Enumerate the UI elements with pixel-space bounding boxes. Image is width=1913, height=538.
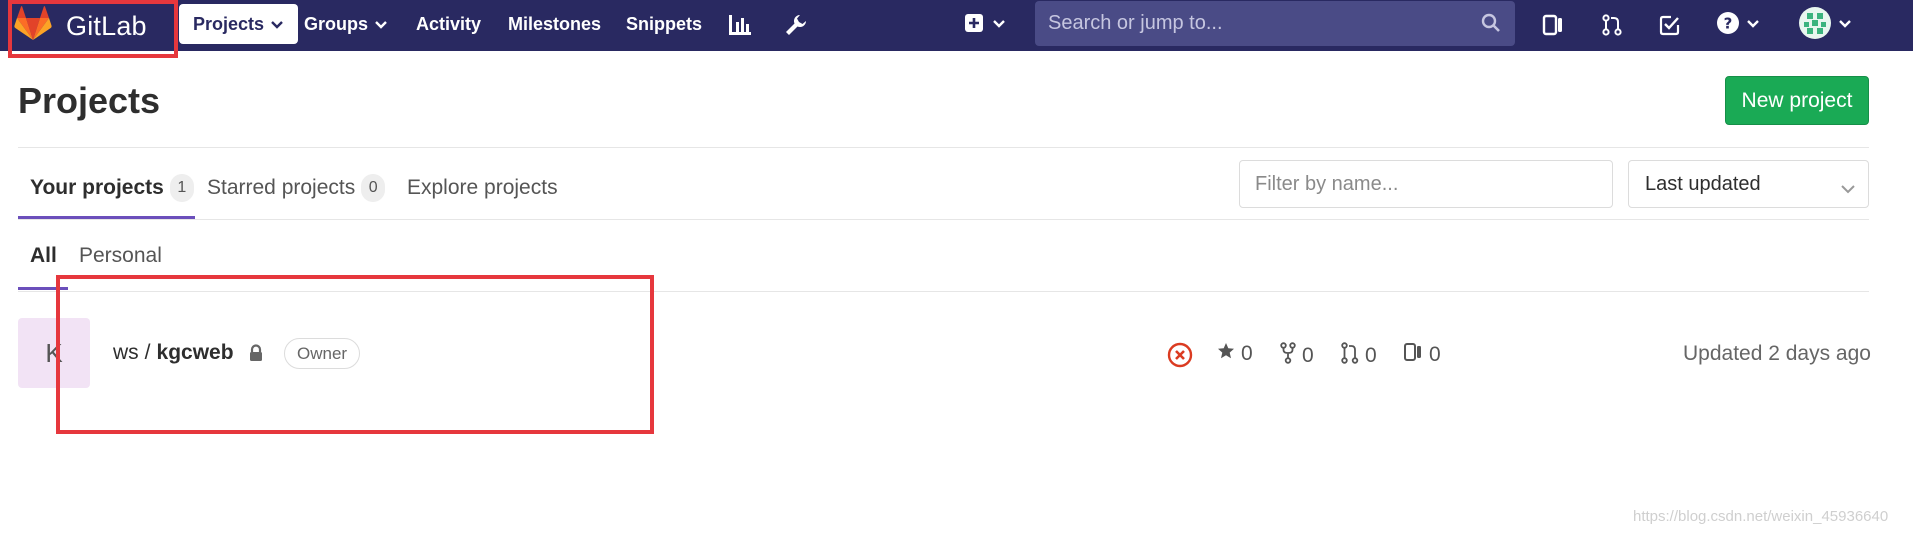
tab-label: Your projects (30, 176, 164, 199)
watermark-text: https://blog.csdn.net/weixin_45936640 (1633, 508, 1889, 525)
sort-selected-value: Last updated (1645, 172, 1761, 195)
stars-value: 0 (1241, 342, 1253, 365)
sort-dropdown[interactable]: Last updated (1628, 160, 1869, 208)
issues-icon (1403, 342, 1423, 368)
merge-request-icon (1341, 342, 1359, 370)
new-project-button[interactable]: New project (1725, 76, 1869, 125)
nav-groups[interactable]: Groups (304, 4, 388, 44)
nav-milestones[interactable]: Milestones (508, 4, 601, 44)
svg-text:?: ? (1724, 14, 1733, 32)
search-input[interactable] (1035, 2, 1470, 45)
star-icon (1217, 342, 1235, 366)
chevron-down-icon (270, 14, 284, 35)
chart-icon[interactable] (722, 8, 758, 42)
todo-check-icon[interactable] (1652, 8, 1688, 42)
stars-count[interactable]: 0 (1217, 342, 1253, 366)
new-item-dropdown[interactable] (960, 8, 1010, 42)
nav-groups-label: Groups (304, 13, 369, 34)
help-dropdown[interactable]: ? (1713, 8, 1763, 42)
filter-by-name-input[interactable] (1239, 160, 1613, 208)
issues-icon[interactable] (1535, 8, 1571, 42)
tab-label: Explore projects (407, 176, 558, 199)
wrench-icon[interactable] (778, 8, 814, 42)
tab-starred-projects[interactable]: Starred projects 0 (207, 170, 386, 206)
user-menu[interactable] (1795, 6, 1855, 45)
count-badge: 0 (361, 174, 386, 202)
forks-value: 0 (1302, 344, 1314, 367)
chevron-down-icon (1838, 16, 1852, 34)
top-navbar: GitLab Projects Groups Activity Mileston… (0, 0, 1913, 58)
divider (18, 219, 1869, 220)
plus-square-icon (964, 13, 984, 38)
subtab-personal[interactable]: Personal (79, 238, 162, 274)
fork-icon (1280, 342, 1296, 370)
forks-count[interactable]: 0 (1280, 342, 1314, 370)
issues-count[interactable]: 0 (1403, 342, 1441, 368)
annotation-box-project (56, 275, 654, 434)
pipeline-status[interactable] (1167, 342, 1193, 374)
tab-label: Starred projects (207, 176, 356, 199)
avatar (1798, 6, 1832, 45)
count-badge: 1 (169, 174, 194, 202)
divider (18, 147, 1869, 148)
page-title: Projects (18, 80, 161, 121)
help-icon: ? (1716, 11, 1740, 40)
subtab-all[interactable]: All (30, 238, 57, 274)
search-icon[interactable] (1481, 13, 1501, 38)
chevron-down-icon (1746, 16, 1760, 34)
pipeline-failed-icon (1167, 342, 1193, 374)
tab-your-projects[interactable]: Your projects 1 (30, 170, 194, 206)
nav-activity[interactable]: Activity (416, 4, 481, 44)
merge-requests-value: 0 (1365, 344, 1377, 367)
nav-projects-label: Projects (193, 13, 265, 34)
nav-projects[interactable]: Projects (179, 4, 299, 44)
global-search[interactable] (1035, 1, 1515, 46)
tab-explore-projects[interactable]: Explore projects (407, 170, 558, 206)
merge-request-icon[interactable] (1594, 8, 1630, 42)
updated-timestamp: Updated 2 days ago (1683, 342, 1871, 365)
nav-snippets[interactable]: Snippets (626, 4, 702, 44)
chevron-down-icon (1840, 178, 1856, 201)
issues-value: 0 (1429, 343, 1441, 366)
chevron-down-icon (992, 16, 1006, 34)
chevron-down-icon (374, 14, 388, 35)
annotation-box-logo (8, 0, 178, 58)
merge-requests-count[interactable]: 0 (1341, 342, 1377, 370)
